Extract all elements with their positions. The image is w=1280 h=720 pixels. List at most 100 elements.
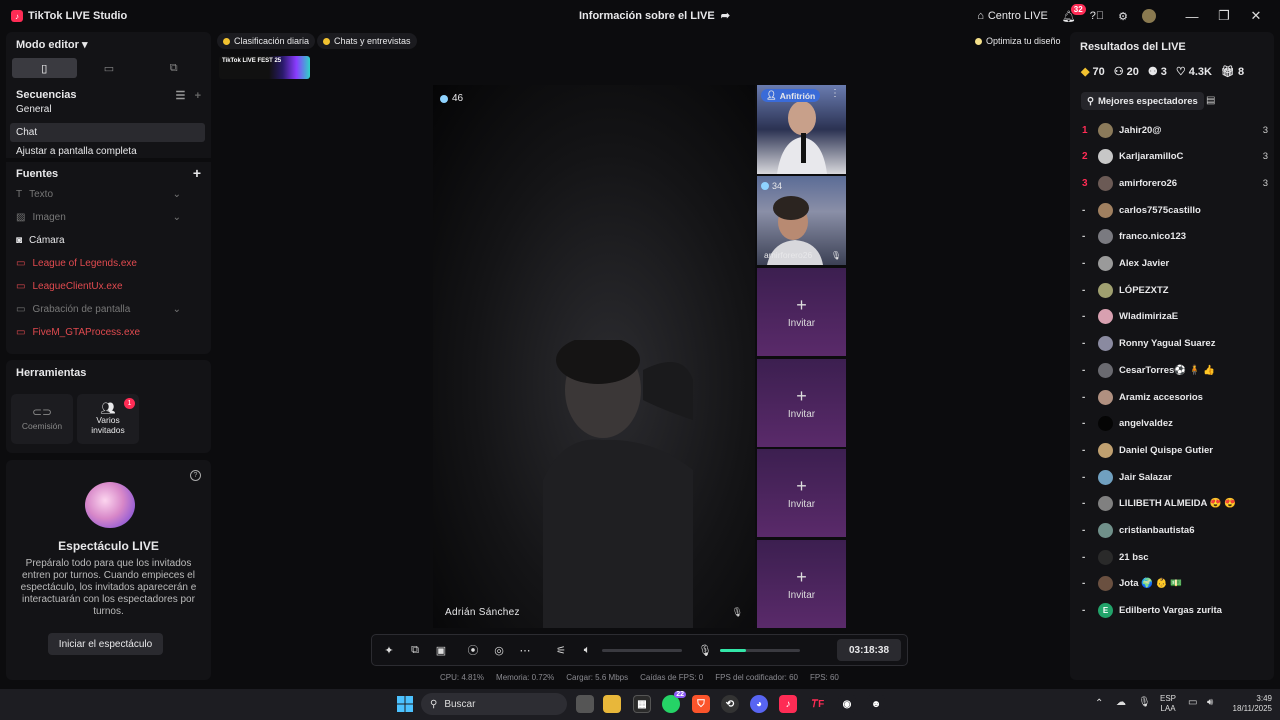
source-item[interactable]: ◙ Cámara [16,235,181,246]
viewer-row[interactable]: - LILIBETH ALMEIDA 😍 😍 [1082,495,1268,513]
clock[interactable]: 3:49 18/11/2025 [1224,694,1272,714]
filter-icon[interactable]: ◎ [486,644,512,657]
live-info-title[interactable]: Información sobre el LIVE ➦ [579,9,730,23]
viewer-row[interactable]: - LÓPEZXTZ [1082,281,1268,299]
viewer-row[interactable]: - CesarTorres⚽ 🧍 👍 [1082,361,1268,379]
source-item[interactable]: T Texto ⌄ [16,189,181,200]
scene-chat[interactable]: Chat [10,123,205,142]
multi-guest-tool[interactable]: 👥︎ Varios invitados 1 [77,394,139,444]
source-item[interactable]: ▭ League of Legends.exe [16,258,181,269]
live-fest-banner[interactable]: TikTok LIVE FEST 25 [219,56,310,79]
maximize-button[interactable]: ❐ [1208,8,1240,24]
viewer-row[interactable]: - Alex Javier [1082,255,1268,273]
microphone-icon[interactable]: 🎙︎ [692,644,718,657]
gift-list-tab[interactable]: ▤ [1206,95,1215,106]
live-control-bar: ✦ ⧉ ▣ ⦿ ◎ ⋯ ⚟ 🔈︎ 🎙︎ 03:18:38 [371,634,908,666]
source-item[interactable]: ▭ FiveM_GTAProcess.exe [16,327,181,338]
game-icon[interactable]: ◉ [838,695,856,713]
speaker-icon[interactable]: 🔈︎ [574,644,600,657]
whatsapp-icon[interactable]: 22 [662,691,686,713]
optimize-layout-chip[interactable]: Optimiza tu diseño [969,33,1067,49]
invite-slot[interactable]: + Invitar [757,268,846,356]
notifications-button[interactable]: 🔔︎ 32 [1062,3,1086,23]
top-viewers-tab[interactable]: ⚲ Mejores espectadores [1081,92,1204,110]
file-explorer-icon[interactable] [603,695,621,713]
whatsapp-badge: 22 [674,691,686,698]
layout-icon[interactable]: ▣ [428,644,454,657]
scene-general[interactable]: General [10,100,205,119]
viewer-row[interactable]: - E Edilberto Vargas zurita [1082,602,1268,620]
host-video-tile[interactable]: 👤︎ Anfitrión ⋮ [757,85,846,174]
brave-icon[interactable]: ⛉ [692,695,710,713]
coemision-tool[interactable]: ⊂⊃ Coemisión [11,394,73,444]
viewer-row[interactable]: - franco.nico123 [1082,228,1268,246]
source-item[interactable]: ▨ Imagen ⌄ [16,212,181,223]
invite-slot[interactable]: + Invitar [757,540,846,628]
source-item[interactable]: ▭ Grabación de pantalla ⌄ [16,304,181,315]
chevron-down-icon[interactable]: ⌄ [173,304,181,315]
viewer-row[interactable]: - angelvaldez [1082,415,1268,433]
viewer-row[interactable]: - Daniel Quispe Gutier [1082,441,1268,459]
help-icon[interactable]: ? [190,470,201,481]
viewer-row[interactable]: - cristianbautista6 [1082,522,1268,540]
fortnite-icon[interactable]: 𝑇F [809,695,827,713]
tiktok-icon[interactable]: ♪ [779,695,797,713]
modo-editor-dropdown[interactable]: Modo editor ▾ [16,38,88,51]
guest-video-tile[interactable]: 34 amirforero26 🎙︎ [757,176,846,265]
network-icon[interactable]: ▭ [1188,698,1197,708]
volume-icon[interactable]: 🔊︎ [1207,698,1213,708]
mascot-icon[interactable]: ☻ [867,695,885,713]
start-show-button[interactable]: Iniciar el espectáculo [48,633,163,655]
landscape-layout-tab[interactable]: ▭ [77,58,142,78]
magic-wand-icon[interactable]: ✦ [376,644,402,657]
viewer-row[interactable]: - WladimirizaE [1082,308,1268,326]
tray-app-icon[interactable]: ☁ [1116,698,1126,708]
more-icon[interactable]: ⋯ [512,644,538,657]
source-item[interactable]: ▭ LeagueClientUx.exe [16,281,181,292]
record-icon[interactable]: ⦿ [460,642,486,658]
viewer-row[interactable]: 2 KarljaramilloC 3 [1082,148,1268,166]
portrait-layout-tab[interactable]: ▯ [12,58,77,78]
settings-sliders-icon[interactable]: ⚟ [548,644,574,657]
taskbar-search[interactable]: ⚲ Buscar [421,693,567,715]
profile-avatar[interactable] [1142,9,1156,23]
viewer-row[interactable]: 3 amirforero26 3 [1082,174,1268,192]
main-video-stage[interactable]: 46 Adrián Sánchez 🎙︎ [433,85,755,628]
centro-live-button[interactable]: ⌂ Centro LIVE [977,10,1048,22]
tray-chevron-icon[interactable]: ⌃ [1095,699,1103,709]
viewer-row[interactable]: - 21 bsc [1082,548,1268,566]
share-icon[interactable]: ➦ [721,9,730,22]
stage-mic-icon[interactable]: 🎙︎ [732,607,743,618]
daily-ranking-chip[interactable]: Clasificación diaria [217,33,316,49]
windows-start-icon[interactable] [396,695,414,713]
scene-fullscreen[interactable]: Ajustar a pantalla completa [10,146,205,157]
viewer-row[interactable]: - Jair Salazar [1082,468,1268,486]
chats-chip[interactable]: Chats y entrevistas [317,33,417,49]
invite-slot[interactable]: + Invitar [757,449,846,537]
more-options-icon[interactable]: ⋮ [830,88,840,99]
viewer-row[interactable]: - Aramiz accesorios [1082,388,1268,406]
minimize-button[interactable]: — [1176,9,1208,24]
close-button[interactable]: ✕ [1240,8,1272,24]
guest-mic-icon[interactable]: 🎙︎ [831,251,841,260]
app-icon[interactable]: ⟲ [721,695,739,713]
mic-level-slider[interactable] [720,648,800,652]
store-icon[interactable]: ▦ [633,695,651,713]
invite-slot[interactable]: + Invitar [757,359,846,447]
viewer-row[interactable]: - Jota 🌍 👶 💵 [1082,575,1268,593]
volume-slider[interactable] [602,648,682,652]
viewer-row[interactable]: - Ronny Yagual Suarez [1082,335,1268,353]
viewer-row[interactable]: 1 Jahir20@ 3 [1082,121,1268,139]
tray-mic-icon[interactable]: 🎙︎ [1138,698,1151,708]
task-view-icon[interactable] [576,695,594,713]
dual-layout-tab[interactable]: ⧉ [141,58,206,78]
language-indicator[interactable]: ESP LAA [1160,694,1176,714]
effects-icon[interactable]: ⧉ [402,644,428,657]
viewer-row[interactable]: - carlos7575castillo [1082,201,1268,219]
chevron-down-icon[interactable]: ⌄ [173,189,181,200]
add-source-icon[interactable]: + [193,166,201,180]
help-button[interactable]: ?⃝ [1090,10,1104,22]
settings-button[interactable]: ⚙ [1118,10,1128,23]
discord-icon[interactable]: ◕ [750,695,768,713]
chevron-down-icon[interactable]: ⌄ [173,212,181,223]
